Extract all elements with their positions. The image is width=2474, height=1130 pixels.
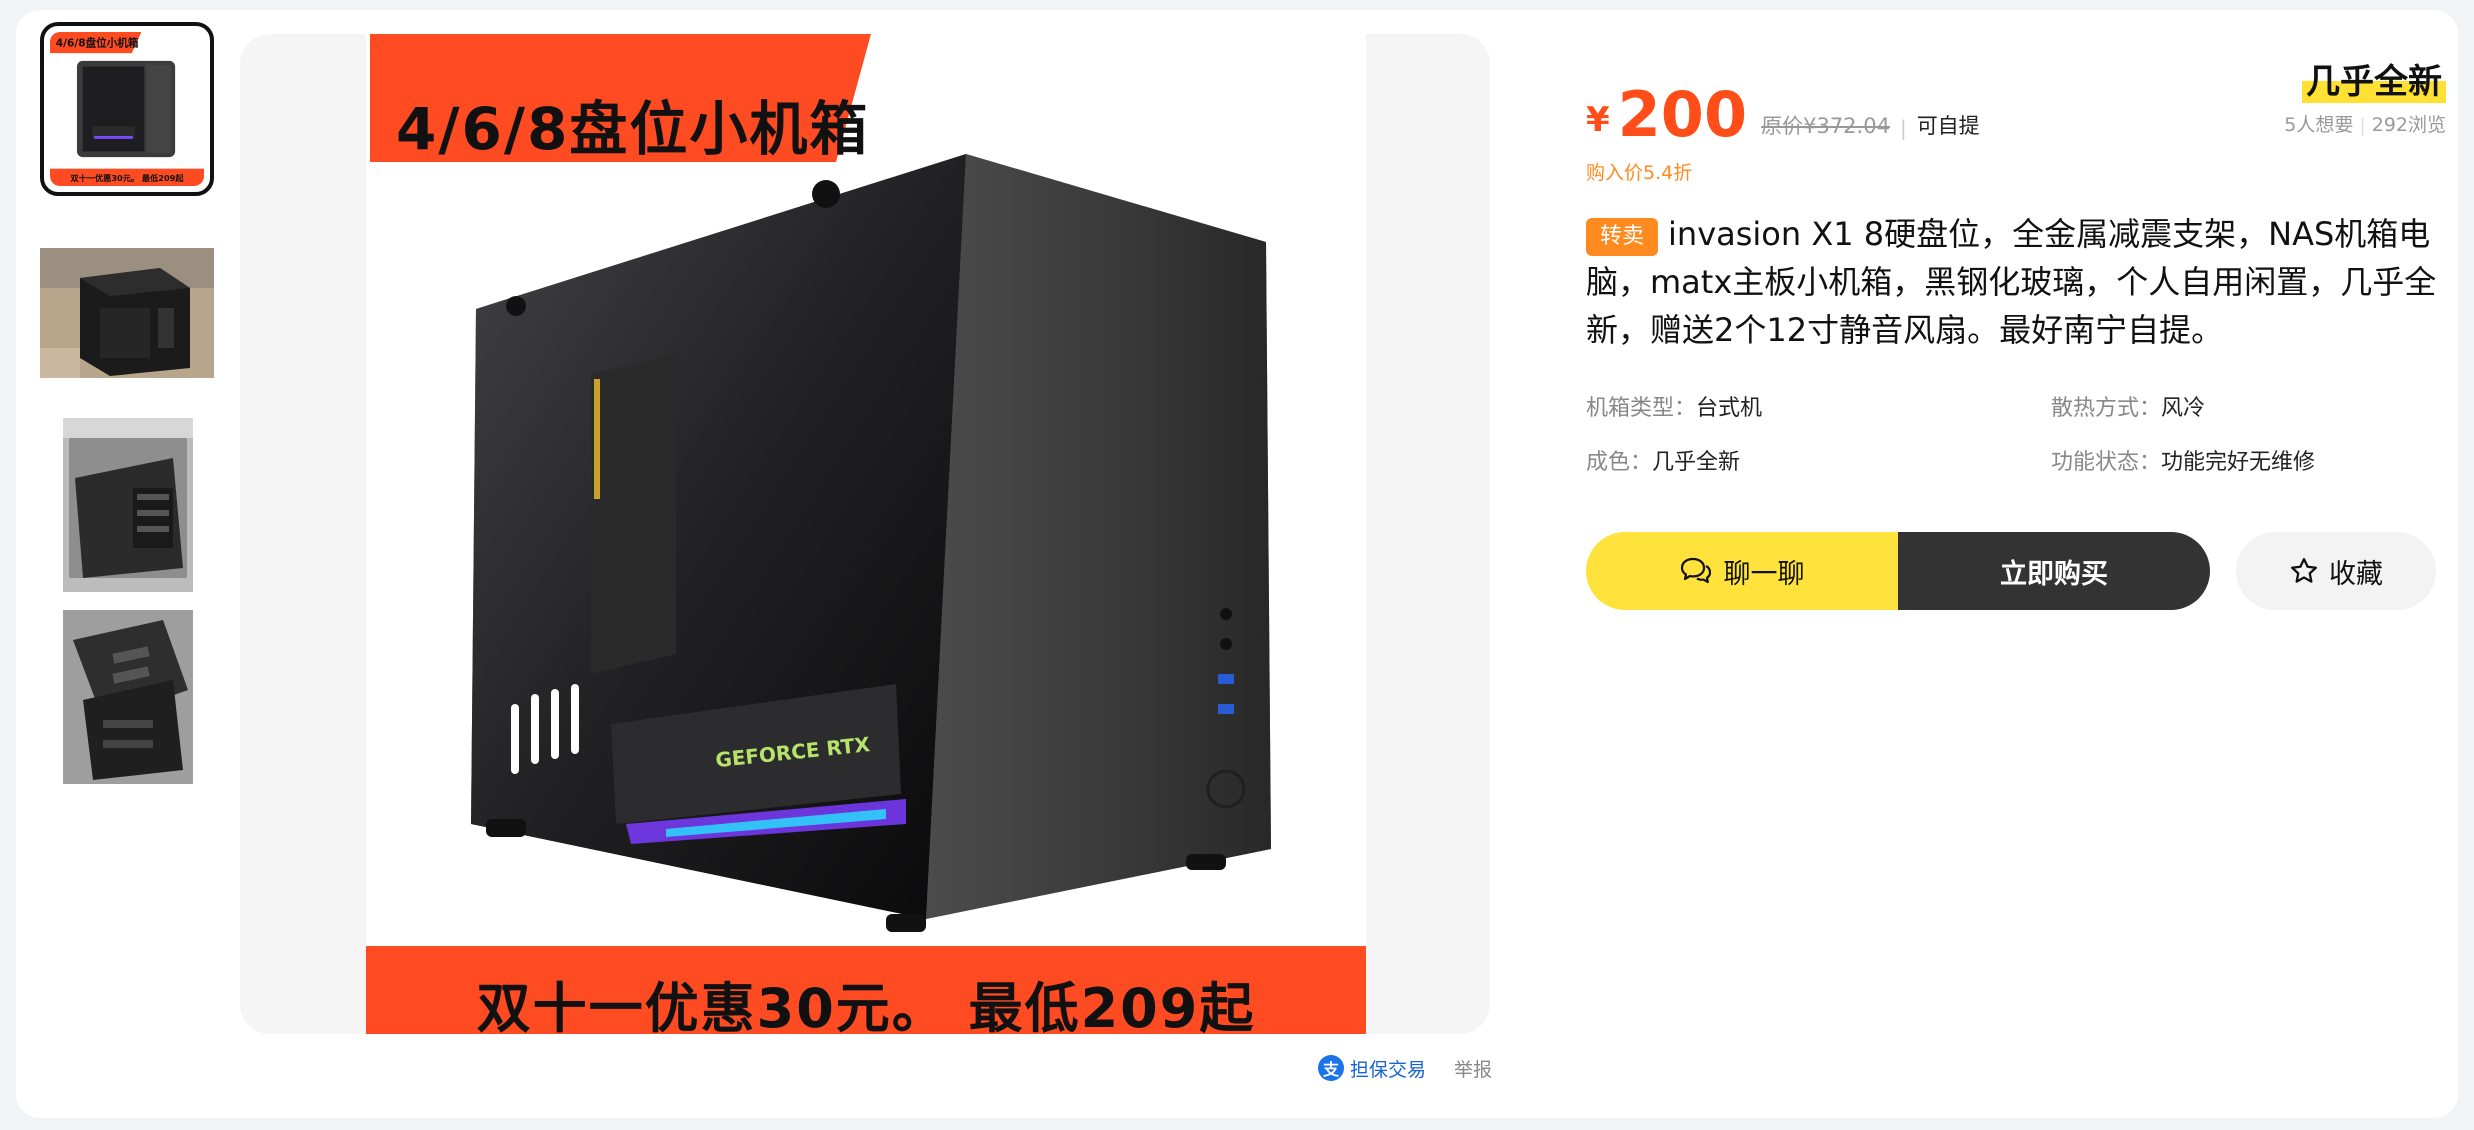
attribute-function-status: 功能状态：功能完好无维修 xyxy=(2051,444,2315,476)
currency-symbol: ¥ xyxy=(1586,100,1610,140)
thumbnail-4[interactable] xyxy=(63,610,193,784)
attribute-value: 功能完好无维修 xyxy=(2161,450,2316,475)
drive-bay-photo-image xyxy=(63,610,193,784)
attribute-value: 风冷 xyxy=(2161,396,2206,421)
chat-bubble-icon xyxy=(1680,557,1711,584)
item-stats: 5人想要 | 292浏览 xyxy=(2284,110,2446,137)
action-buttons: 聊一聊 立即购买 收藏 xyxy=(1586,532,2436,612)
price-row: ¥ 200 原价¥372.04 | 可自提 xyxy=(1586,84,1980,146)
chat-button-label: 聊一聊 xyxy=(1723,558,1805,590)
main-product-image[interactable]: GEFORCE RTX 4/6/8盘位小机箱 双十一优惠30元。 最低209起 xyxy=(240,34,1490,1034)
attribute-key: 散热方式： xyxy=(2051,396,2162,421)
attribute-value: 几乎全新 xyxy=(1652,450,1741,475)
image-banner-top-text: 4/6/8盘位小机箱 xyxy=(396,95,870,163)
image-footer-links: 支 担保交易 举报 xyxy=(1318,1050,1492,1086)
favorite-button[interactable]: 收藏 xyxy=(2236,532,2436,610)
attribute-case-type: 机箱类型：台式机 xyxy=(1586,390,1762,422)
attribute-value: 台式机 xyxy=(1696,396,1763,421)
listing-title: 转卖 invasion X1 8硬盘位，全金属减震支架，NAS机箱电脑，matx主… xyxy=(1586,210,2446,354)
listing-title-text: invasion X1 8硬盘位，全金属减震支架，NAS机箱电脑，matx主板小… xyxy=(1586,215,2437,349)
thumbnail-2[interactable] xyxy=(40,248,214,378)
price-value: 200 xyxy=(1617,78,1748,151)
chat-button[interactable]: 聊一聊 xyxy=(1586,532,1898,610)
favorite-label: 收藏 xyxy=(2329,558,2383,590)
item-detail-card: 4/6/8盘位小机箱 双十一优惠30元。 最低209起 GEFORCE RTX … xyxy=(16,10,2458,1118)
buy-now-button[interactable]: 立即购买 xyxy=(1898,532,2210,610)
thumbnail-3[interactable] xyxy=(63,418,193,592)
divider: | xyxy=(1899,116,1907,140)
views-count: 292浏览 xyxy=(2371,114,2446,136)
thumb-banner-top: 4/6/8盘位小机箱 xyxy=(56,36,139,49)
condition-badge: 几乎全新 xyxy=(2302,54,2446,103)
attribute-key: 机箱类型： xyxy=(1586,396,1697,421)
alipay-shield-icon: 支 xyxy=(1318,1055,1344,1081)
attribute-cooling: 散热方式：风冷 xyxy=(2051,390,2205,422)
case-interior-photo-image xyxy=(63,418,193,592)
star-icon xyxy=(2291,558,2317,583)
thumbnail-1-selected[interactable]: 4/6/8盘位小机箱 双十一优惠30元。 最低209起 xyxy=(40,22,214,196)
attribute-condition: 成色：几乎全新 xyxy=(1586,444,1740,476)
image-banner-bottom-text: 双十一优惠30元。 最低209起 xyxy=(476,977,1256,1034)
guarantee-trade-link[interactable]: 支 担保交易 xyxy=(1318,1055,1426,1082)
guarantee-trade-label: 担保交易 xyxy=(1350,1058,1427,1081)
original-price: 原价¥372.04 xyxy=(1761,114,1890,138)
attribute-key: 功能状态： xyxy=(2051,450,2162,475)
attribute-key: 成色： xyxy=(1586,450,1653,475)
buy-now-label: 立即购买 xyxy=(2000,558,2108,590)
resale-tag: 转卖 xyxy=(1586,218,1659,256)
case-photo-box-image xyxy=(40,248,214,378)
thumb-banner-bottom: 双十一优惠30元。 最低209起 xyxy=(71,173,185,183)
case-thumbnail-image: 4/6/8盘位小机箱 双十一优惠30元。 最低209起 xyxy=(50,32,204,186)
report-link[interactable]: 举报 xyxy=(1454,1055,1492,1082)
purchase-discount: 购入价5.4折 xyxy=(1586,162,1693,184)
wants-count: 5人想要 xyxy=(2284,114,2354,136)
divider: | xyxy=(2359,114,2366,136)
pickup-label: 可自提 xyxy=(1916,114,1980,138)
